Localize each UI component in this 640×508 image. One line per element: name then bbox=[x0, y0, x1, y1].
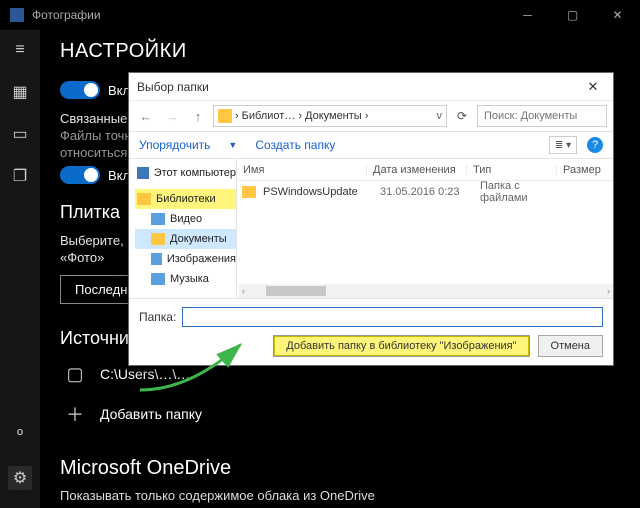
source-path-label: C:\Users\…\… bbox=[100, 366, 190, 382]
toggle-2[interactable] bbox=[60, 166, 100, 184]
folder-input[interactable] bbox=[182, 307, 603, 327]
settings-icon[interactable]: ⚙ bbox=[8, 466, 32, 490]
close-button[interactable]: ✕ bbox=[595, 0, 640, 30]
breadcrumb-2[interactable]: Документы bbox=[305, 110, 362, 122]
file-pane: Имя Дата изменения Тип Размер PSWindowsU… bbox=[237, 159, 613, 298]
add-folder-row[interactable]: ＋ Добавить папку bbox=[60, 399, 620, 429]
folder-icon: ▢ bbox=[60, 359, 90, 389]
nav-up-icon[interactable]: ↑ bbox=[187, 105, 209, 127]
col-size[interactable]: Размер bbox=[557, 164, 613, 176]
col-name[interactable]: Имя bbox=[237, 164, 367, 176]
row-name: PSWindowsUpdate bbox=[261, 186, 374, 198]
add-folder-label: Добавить папку bbox=[100, 406, 202, 422]
nav-forward-icon[interactable]: → bbox=[161, 105, 183, 127]
app-icon bbox=[10, 8, 24, 22]
organize-menu[interactable]: Упорядочить bbox=[139, 138, 210, 152]
toggle-1[interactable] bbox=[60, 81, 100, 99]
row-folder-icon bbox=[242, 186, 256, 198]
albums-icon[interactable]: ▭ bbox=[8, 122, 32, 146]
new-folder-button[interactable]: Создать папку bbox=[255, 138, 335, 152]
hamburger-icon[interactable]: ≡ bbox=[8, 38, 32, 62]
refresh-icon[interactable]: ⟳ bbox=[451, 105, 473, 127]
folder-picker-dialog: Выбор папки ✕ ← → ↑ › Библиот… › Докумен… bbox=[128, 72, 614, 366]
onedrive-sub: Показывать только содержимое облака из O… bbox=[60, 488, 620, 503]
col-date[interactable]: Дата изменения bbox=[367, 164, 467, 176]
help-icon[interactable]: ? bbox=[587, 137, 603, 153]
dialog-close-button[interactable]: ✕ bbox=[581, 77, 605, 97]
nav-back-icon[interactable]: ← bbox=[135, 105, 157, 127]
nav-tree: Этот компьютер Библиотеки Видео Документ… bbox=[129, 159, 237, 298]
folder-input-label: Папка: bbox=[139, 310, 176, 324]
tree-this-pc[interactable]: Этот компьютер bbox=[135, 163, 236, 183]
row-type: Папка с файлами bbox=[474, 180, 564, 204]
minimize-button[interactable]: ─ bbox=[505, 0, 550, 30]
tree-music[interactable]: Музыка bbox=[135, 269, 236, 289]
app-title: Фотографии bbox=[32, 8, 505, 22]
account-icon[interactable]: º bbox=[8, 424, 32, 448]
tree-documents[interactable]: Документы bbox=[135, 229, 236, 249]
chevron-down-icon[interactable]: v bbox=[437, 110, 443, 122]
onedrive-heading: Microsoft OneDrive bbox=[60, 457, 620, 480]
tree-video[interactable]: Видео bbox=[135, 209, 236, 229]
h-scrollbar[interactable]: ‹ › bbox=[239, 284, 613, 298]
plus-icon: ＋ bbox=[60, 399, 90, 429]
tree-images[interactable]: Изображения bbox=[135, 249, 236, 269]
breadcrumb[interactable]: › Библиот… › Документы › v bbox=[213, 105, 447, 127]
maximize-button[interactable]: ▢ bbox=[550, 0, 595, 30]
file-row[interactable]: PSWindowsUpdate 31.05.2016 0:23 Папка с … bbox=[237, 181, 613, 203]
breadcrumb-folder-icon bbox=[218, 109, 232, 123]
breadcrumb-1[interactable]: Библиот… bbox=[242, 110, 296, 122]
view-mode-icon[interactable]: ≣ ▾ bbox=[549, 136, 577, 154]
tree-network[interactable]: Сеть bbox=[135, 295, 236, 298]
scrollbar-thumb[interactable] bbox=[266, 286, 326, 296]
folders-icon[interactable]: ❐ bbox=[8, 164, 32, 188]
row-date: 31.05.2016 0:23 bbox=[374, 186, 474, 198]
add-to-library-button[interactable]: Добавить папку в библиотеку "Изображения… bbox=[273, 335, 529, 357]
search-input[interactable] bbox=[477, 105, 607, 127]
dialog-title: Выбор папки bbox=[137, 80, 581, 94]
titlebar: Фотографии ─ ▢ ✕ bbox=[0, 0, 640, 30]
sidebar: ≡ ▦ ▭ ❐ º ⚙ bbox=[0, 30, 40, 508]
tree-libraries[interactable]: Библиотеки bbox=[135, 189, 236, 209]
file-header: Имя Дата изменения Тип Размер bbox=[237, 159, 613, 181]
col-type[interactable]: Тип bbox=[467, 164, 557, 176]
page-title: НАСТРОЙКИ bbox=[60, 40, 620, 63]
cancel-button[interactable]: Отмена bbox=[538, 335, 603, 357]
collection-icon[interactable]: ▦ bbox=[8, 80, 32, 104]
